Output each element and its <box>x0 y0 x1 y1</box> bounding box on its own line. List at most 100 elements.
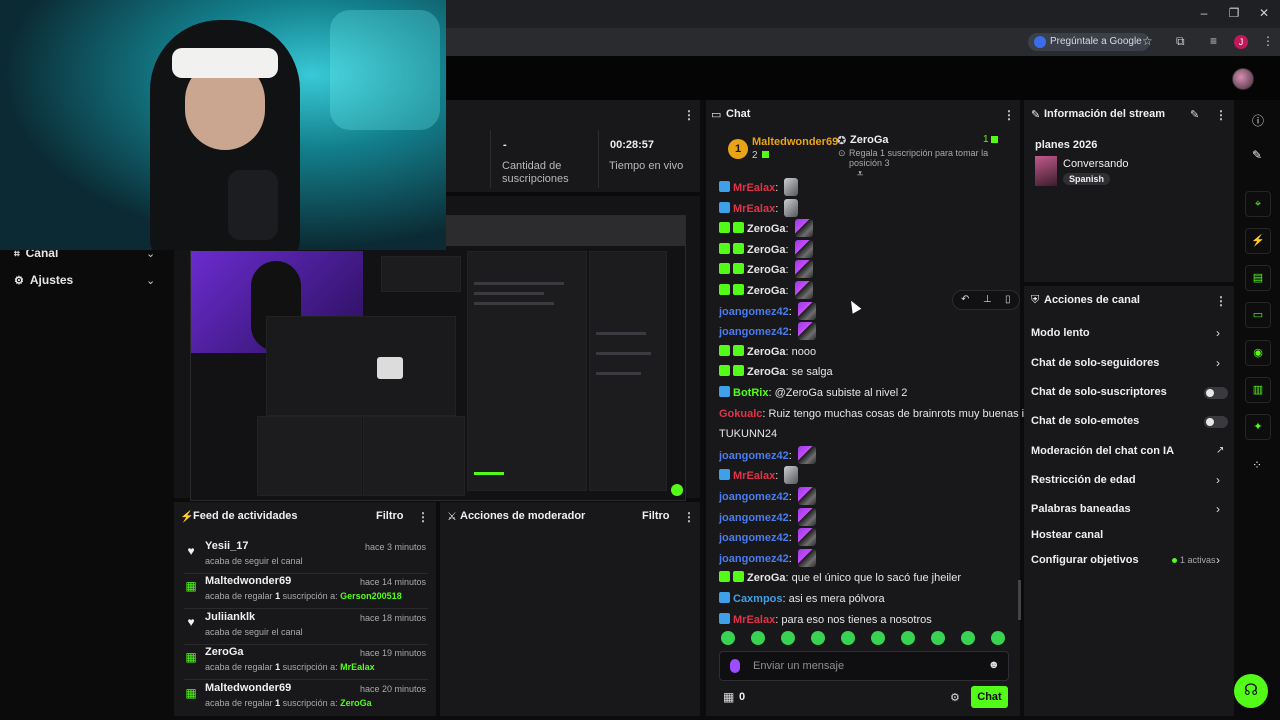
ask-google-button[interactable]: Pregúntale a Google <box>1028 33 1150 51</box>
feed-user[interactable]: Yesii_17 <box>205 540 248 552</box>
kebab-menu-icon[interactable]: ⋮ <box>683 510 695 524</box>
chat-username[interactable]: ZeroGa <box>747 223 786 235</box>
chat-input-box[interactable]: Enviar un mensaje ☻ <box>719 651 1009 681</box>
chat-username[interactable]: joangomez42 <box>719 450 789 462</box>
kebab-menu-icon[interactable]: ⋮ <box>417 510 429 524</box>
toggle-switch[interactable] <box>1204 416 1228 428</box>
channel-action-item[interactable]: Configurar objetivos <box>1031 554 1139 566</box>
restore-icon[interactable]: ❐ <box>1224 6 1244 20</box>
channel-action-item[interactable]: Chat de solo-suscriptores <box>1031 386 1167 398</box>
emote-icon[interactable] <box>794 240 813 258</box>
chat-username[interactable]: MrEalax <box>733 182 775 194</box>
chat-settings-icon[interactable]: ⚙ <box>950 691 960 704</box>
toggle-switch[interactable] <box>1204 387 1228 399</box>
emote-icon[interactable] <box>794 281 813 299</box>
chat-username[interactable]: ZeroGa <box>747 244 786 256</box>
moderator-filter-button[interactable]: Filtro <box>642 510 670 522</box>
chevron-right-icon[interactable]: › <box>1216 326 1220 340</box>
channel-action-item[interactable]: Moderación del chat con IA <box>1031 445 1174 457</box>
chat-username[interactable]: joangomez42 <box>719 491 789 503</box>
collapse-pinned-icon[interactable]: ⩡ <box>857 168 863 181</box>
wrench-icon[interactable]: ✦ <box>1245 414 1271 440</box>
close-icon[interactable]: ✕ <box>1254 6 1274 20</box>
feed-user[interactable]: Maltedwonder69 <box>205 575 291 587</box>
channel-action-item[interactable]: Modo lento <box>1031 327 1090 339</box>
feed-user[interactable]: ZeroGa <box>205 646 244 658</box>
channel-action-item[interactable]: Restricción de edad <box>1031 474 1136 486</box>
quick-emote-icon[interactable] <box>751 631 765 645</box>
channel-action-item[interactable]: Palabras baneadas <box>1031 503 1131 515</box>
browser-menu-icon[interactable]: ⋮ <box>1262 34 1274 48</box>
channel-action-item[interactable]: Chat de solo-emotes <box>1031 415 1139 427</box>
quick-emote-icon[interactable] <box>781 631 795 645</box>
quick-emote-icon[interactable] <box>961 631 975 645</box>
minimize-icon[interactable]: – <box>1194 6 1214 20</box>
edit-icon[interactable]: ✎ <box>1190 108 1199 121</box>
kebab-menu-icon[interactable]: ⋮ <box>1003 108 1015 122</box>
pin-icon[interactable]: ⊥ <box>983 294 992 305</box>
extensions-icon[interactable]: ⧉ <box>1176 34 1185 49</box>
emote-icon[interactable] <box>797 487 816 505</box>
emote-icon[interactable] <box>784 199 799 217</box>
info-icon[interactable]: ⓘ <box>1252 112 1264 129</box>
chevron-right-icon[interactable]: › <box>1216 553 1220 567</box>
emote-icon[interactable] <box>797 528 816 546</box>
chat-scrollbar[interactable] <box>1018 580 1021 620</box>
emote-icon[interactable] <box>794 219 813 237</box>
quick-emote-icon[interactable] <box>721 631 735 645</box>
document-icon[interactable]: ▤ <box>1245 265 1271 291</box>
emote-icon[interactable] <box>794 260 813 278</box>
kebab-menu-icon[interactable]: ⋮ <box>1215 294 1227 308</box>
quick-emote-icon[interactable] <box>841 631 855 645</box>
chevron-right-icon[interactable]: › <box>1216 502 1220 516</box>
gift-user-name[interactable]: ZeroGa <box>850 134 889 146</box>
emote-icon[interactable] <box>797 322 816 340</box>
chat-username[interactable]: MrEalax <box>733 470 775 482</box>
chat-username[interactable]: joangomez42 <box>719 306 789 318</box>
activity-filter-button[interactable]: Filtro <box>376 510 404 522</box>
help-support-icon[interactable]: ☊ <box>1234 674 1268 708</box>
chat-username[interactable]: BotRix <box>733 387 768 399</box>
layout-icon[interactable]: ▥ <box>1245 377 1271 403</box>
emote-icon[interactable] <box>797 302 816 320</box>
channel-action-item[interactable]: Chat de solo-seguidores <box>1031 357 1159 369</box>
bookmark-star-icon[interactable]: ☆ <box>1142 34 1153 48</box>
clip-icon[interactable]: ⌖ <box>1245 191 1271 217</box>
apps-icon[interactable]: ⁘ <box>1252 458 1262 472</box>
kebab-menu-icon[interactable]: ⋮ <box>683 108 695 122</box>
send-chat-button[interactable]: Chat <box>971 686 1008 708</box>
emote-icon[interactable] <box>784 466 799 484</box>
quick-emote-icon[interactable] <box>991 631 1005 645</box>
chevron-right-icon[interactable]: › <box>1216 356 1220 370</box>
chat-username[interactable]: ZeroGa <box>747 346 786 358</box>
chevron-down-icon[interactable]: ⌄ <box>146 274 155 287</box>
reply-icon[interactable]: ↶ <box>961 294 969 305</box>
chat-username[interactable]: MrEalax <box>733 203 775 215</box>
broadcast-icon[interactable]: ◉ <box>1245 340 1271 366</box>
chat-icon[interactable]: ▭ <box>1245 302 1271 328</box>
quick-emote-icon[interactable] <box>931 631 945 645</box>
edit-layout-icon[interactable]: ✎ <box>1252 148 1262 162</box>
chat-username[interactable]: ZeroGa <box>747 264 786 276</box>
chat-username[interactable]: joangomez42 <box>719 532 789 544</box>
external-link-icon[interactable]: ↗ <box>1216 445 1224 456</box>
emote-icon[interactable] <box>797 549 816 567</box>
emote-icon[interactable] <box>797 508 816 526</box>
top-gifter-name[interactable]: Maltedwonder69 <box>752 136 838 148</box>
chat-username[interactable]: joangomez42 <box>719 553 789 565</box>
emote-icon[interactable] <box>797 446 816 464</box>
emoji-icon[interactable]: ☻ <box>988 659 1000 671</box>
microphone-icon[interactable] <box>730 659 740 673</box>
quick-emote-icon[interactable] <box>811 631 825 645</box>
chat-username[interactable]: ZeroGa <box>747 285 786 297</box>
chat-username[interactable]: joangomez42 <box>719 326 789 338</box>
sidebar-item-ajustes[interactable]: ⚙ Ajustes <box>14 273 73 287</box>
channel-action-item[interactable]: Hostear canal <box>1031 529 1103 541</box>
chevron-right-icon[interactable]: › <box>1216 473 1220 487</box>
chat-username[interactable]: Gokualc <box>719 408 762 420</box>
lightning-icon[interactable]: ⚡ <box>1245 228 1271 254</box>
user-avatar[interactable] <box>1232 68 1254 90</box>
chat-username[interactable]: ZeroGa <box>747 366 786 378</box>
chat-username[interactable]: ZeroGa <box>747 572 786 584</box>
quick-emote-icon[interactable] <box>901 631 915 645</box>
